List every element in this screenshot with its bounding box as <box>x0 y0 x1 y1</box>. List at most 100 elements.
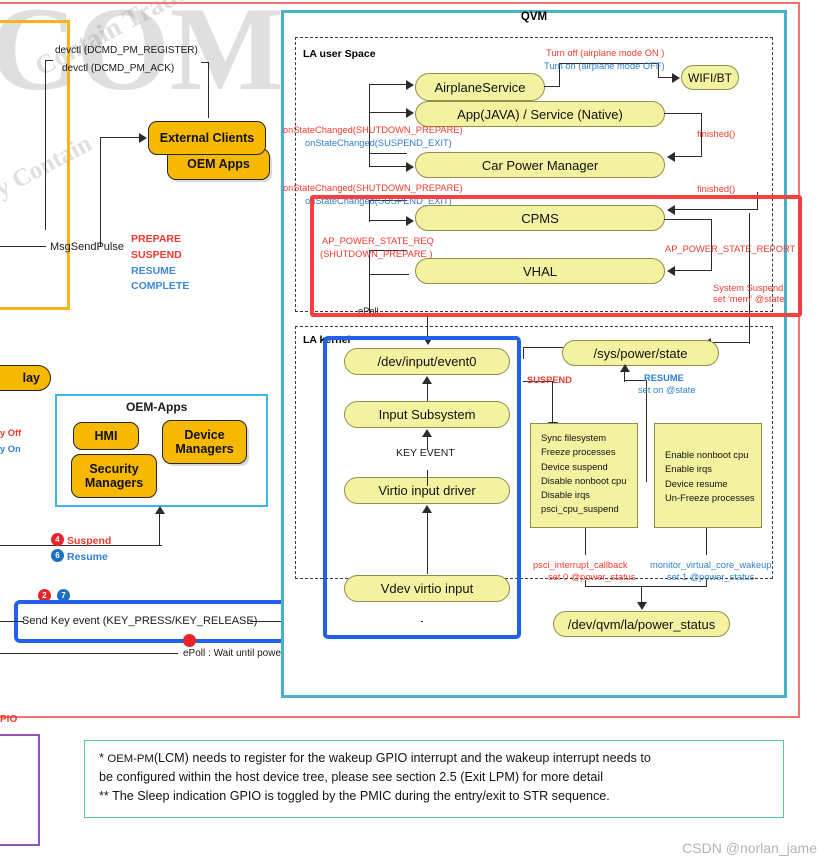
psci-interrupt-callback-sub: set 0 @power_status <box>548 572 636 582</box>
ap-power-state-report-label: AP_POWER_STATE_REPORT <box>665 244 796 254</box>
footnote-line-3: ** The Sleep indication GPIO is toggled … <box>99 789 610 804</box>
node-power-status[interactable]: /dev/qvm/la/power_status <box>553 611 730 637</box>
car-power-manager-arrow <box>406 162 414 172</box>
prepare-suspend-sequence: PREPARE SUSPEND RESUME COMPLETE <box>131 232 189 295</box>
badge-epoll <box>183 634 196 647</box>
node-input-subsystem[interactable]: Input Subsystem <box>344 401 510 428</box>
left-orange-frame <box>0 20 70 310</box>
system-suspend-label-2: set 'mem' @state <box>713 294 785 304</box>
input-chain-arrow-1 <box>422 376 432 384</box>
sys-power-right-v <box>749 343 751 344</box>
monitor-virtual-core-wakeup-label: monitor_virtual_core_wakeup <box>650 560 772 570</box>
cpms-arrow <box>406 216 414 226</box>
footnote-box: * OEM-PM(LCM) needs to register for the … <box>84 740 784 818</box>
input-chain-line-2 <box>427 470 429 486</box>
qvm-title: QVM <box>520 11 548 23</box>
node-dev-input-event0[interactable]: /dev/input/event0 <box>344 348 510 375</box>
input-chain-line-1 <box>427 383 429 401</box>
userspace-spine-3 <box>369 153 371 167</box>
node-vhal[interactable]: VHAL <box>415 258 665 284</box>
turn-off-label: Turn off (airplane mode ON ) <box>546 48 665 58</box>
on-state-changed-suspend-1: onStateChanged(SUSPEND_EXIT) <box>305 138 452 148</box>
userspace-spine-1-h <box>369 84 407 86</box>
vhal-in-h <box>369 274 409 276</box>
userspace-spine-3-h <box>369 153 407 155</box>
node-cpms[interactable]: CPMS <box>415 205 665 231</box>
display-off-label-clipped: y Off <box>0 428 22 438</box>
airplane-service-arrow <box>406 80 414 90</box>
resume-step-1: Enable irqs <box>665 463 712 475</box>
epoll-line-v-to-event0 <box>427 315 429 338</box>
epoll-arrow <box>423 337 433 345</box>
resume-step-3: Un-Freeze processes <box>665 491 755 503</box>
node-vdev-virtio-input[interactable]: Vdev virtio input <box>344 575 510 602</box>
ap-report-line-h <box>664 219 712 221</box>
system-suspend-line-v <box>749 213 751 343</box>
psci-interrupt-callback-label: psci_interrupt_callback <box>533 560 628 570</box>
msgsendpulse-line-h <box>100 137 140 139</box>
cpms-finished-arrow <box>667 205 675 215</box>
seq-complete: COMPLETE <box>131 280 190 293</box>
on-state-changed-shutdown-2: onStateChanged(SHUTDOWN_PREPARE) <box>283 183 463 193</box>
suspend-resume-line-v <box>159 513 161 546</box>
on-state-changed-suspend-2: onStateChanged(SUSPEND_EXIT) <box>305 196 452 206</box>
suspend-step-2: Device suspend <box>541 460 608 472</box>
footnote-line-2: be configured within the host device tre… <box>99 770 604 785</box>
resume-arrow <box>620 364 630 372</box>
oem-app-hmi[interactable]: HMI <box>73 422 139 450</box>
resume-step-2: Device resume <box>665 477 728 489</box>
app-java-arrow <box>406 108 414 118</box>
app-finished-line-h2 <box>675 156 702 158</box>
userspace-spine-2-h <box>369 112 407 114</box>
external-clients-node[interactable]: External Clients <box>148 121 266 155</box>
power-status-join-v <box>585 580 587 587</box>
vdev-in-line <box>421 621 423 623</box>
send-key-event-line-left <box>0 621 24 623</box>
suspend-step-0: Sync filesystem <box>541 432 607 443</box>
node-airplane-service[interactable]: AirplaneService <box>415 73 545 101</box>
finished-label-2: finished() <box>697 184 736 194</box>
suspend-label: Suspend <box>67 535 112 547</box>
suspend-branch-v2 <box>552 381 554 423</box>
seq-prepare: PREPARE <box>131 233 181 245</box>
cpms-in-h <box>369 220 407 222</box>
node-car-power-manager[interactable]: Car Power Manager <box>415 152 665 178</box>
suspend-step-5: psci_cpu_suspend <box>541 503 619 515</box>
app-finished-line-h <box>664 113 702 115</box>
cpms-finished-line-v <box>757 192 759 210</box>
node-sys-power-state[interactable]: /sys/power/state <box>562 340 719 366</box>
display-on-label-clipped: y On <box>0 444 21 454</box>
resume-kernel-label: RESUME <box>644 373 684 383</box>
car-power-manager-in-h <box>369 166 407 168</box>
resume-line-v <box>646 432 648 482</box>
input-chain-arrow-3 <box>422 505 432 513</box>
oem-app-device-managers[interactable]: Device Managers <box>162 420 247 464</box>
purple-empty-box <box>0 734 40 846</box>
psci-line-v <box>585 528 587 555</box>
resume-step-0: Enable nonboot cpu <box>665 449 749 460</box>
airplane-wifi-line-h <box>544 86 560 88</box>
ap-power-state-req-label-2: (SHUTDOWN_PREPARE ) <box>320 249 433 259</box>
oem-app-security-managers[interactable]: Security Managers <box>71 454 157 498</box>
gpio-label-clipped: PIO <box>0 714 18 725</box>
wifi-bt-arrow <box>672 73 680 83</box>
input-chain-line-3 <box>427 512 429 574</box>
msg-send-pulse-label: MsgSendPulse <box>50 241 124 253</box>
devctl-ack-label: devctl (DCMD_PM_ACK) <box>62 63 175 74</box>
footnote-line-1: * OEM-PM(LCM) needs to register for the … <box>99 749 771 768</box>
footnote-line-1-rest: (LCM) needs to register for the wakeup G… <box>153 751 651 765</box>
epoll-label: ePoll <box>358 306 379 316</box>
display-node-clipped[interactable]: lay <box>0 365 51 391</box>
sys-power-state-line-left-h <box>523 347 563 349</box>
node-wifi-bt[interactable]: WIFI/BT <box>681 65 739 90</box>
suspend-resume-arrow <box>155 506 165 514</box>
oem-apps-title: OEM-Apps <box>126 400 188 414</box>
footnote-oem-pm: OEM-PM <box>107 753 154 765</box>
seq-suspend: SUSPEND <box>131 248 182 261</box>
userspace-spine-1 <box>369 84 371 114</box>
turn-on-label: Turn on (airplane mode OFF) <box>544 61 665 71</box>
power-status-join-h <box>585 586 707 588</box>
badge-suspend: 4 <box>51 533 64 546</box>
resume-kernel-sub-label: set on @state <box>638 385 696 395</box>
suspend-kernel-label: SUSPEND <box>527 375 572 385</box>
